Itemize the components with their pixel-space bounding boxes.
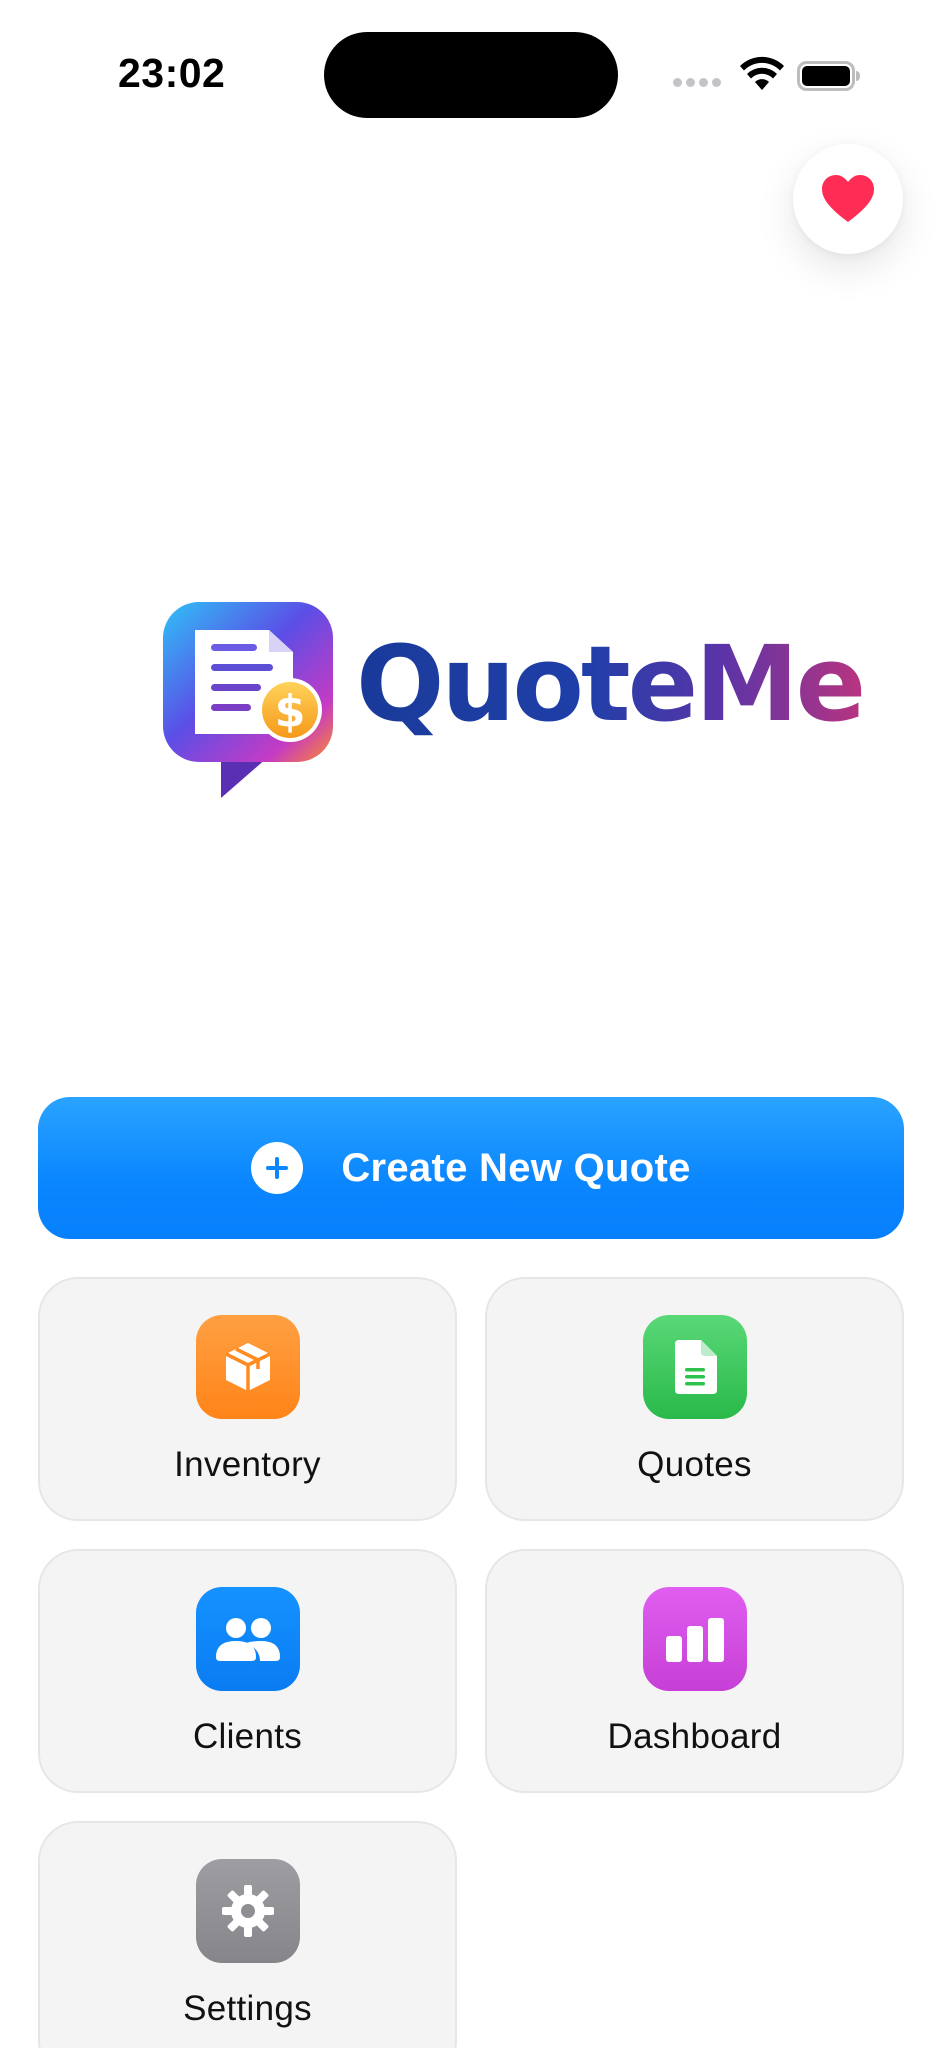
status-time: 23:02 <box>118 50 226 96</box>
bar-chart-icon <box>643 1587 747 1691</box>
settings-label: Settings <box>183 1989 312 2028</box>
wifi-icon <box>740 56 784 90</box>
dashboard-tile[interactable]: Dashboard <box>485 1549 904 1793</box>
create-new-quote-button[interactable]: Create New Quote <box>38 1097 904 1239</box>
quoteme-logo-icon: $ <box>163 602 333 798</box>
people-icon <box>196 1587 300 1691</box>
inventory-label: Inventory <box>174 1445 321 1484</box>
document-icon <box>643 1315 747 1419</box>
cellular-signal-icon <box>673 78 721 88</box>
svg-text:$: $ <box>275 686 306 737</box>
favorite-button[interactable] <box>793 144 903 254</box>
app-name: QuoteMe <box>356 623 866 745</box>
box-icon <box>196 1315 300 1419</box>
quotes-tile[interactable]: Quotes <box>485 1277 904 1521</box>
battery-icon <box>797 61 860 91</box>
quotes-label: Quotes <box>637 1445 752 1484</box>
clients-label: Clients <box>192 1717 303 1756</box>
create-new-quote-label: Create New Quote <box>341 1145 691 1190</box>
heart-icon <box>822 175 874 222</box>
dynamic-island <box>324 32 618 118</box>
home-screen: 23:02 $ QuoteMe Create New Quote Invento… <box>0 0 941 2048</box>
inventory-tile[interactable]: Inventory <box>38 1277 457 1521</box>
clients-tile[interactable]: Clients <box>38 1549 457 1793</box>
dashboard-label: Dashboard <box>607 1717 782 1756</box>
settings-tile[interactable]: Settings <box>38 1821 457 2048</box>
gear-icon <box>196 1859 300 1963</box>
plus-circle-icon <box>251 1142 304 1194</box>
